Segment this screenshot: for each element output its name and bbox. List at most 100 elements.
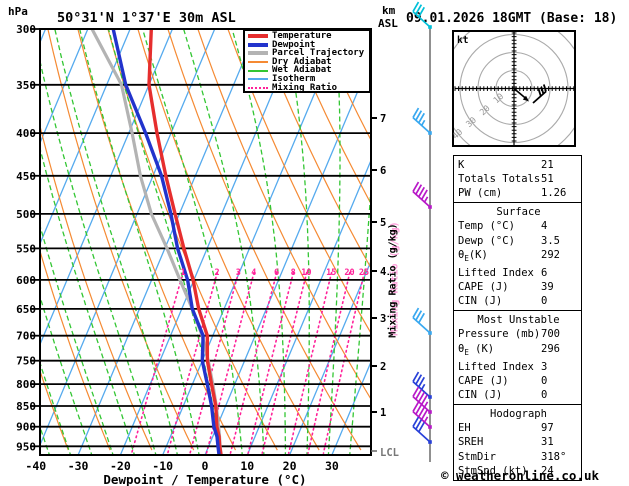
- km-tick-label: 2: [380, 361, 386, 373]
- km-tick-label: 3: [380, 313, 386, 325]
- wind-barb-column: [412, 1, 432, 462]
- km-tick-label: 4: [380, 266, 386, 278]
- table-row-value: 3.5: [541, 234, 560, 247]
- isotherm-line-swatch: [248, 78, 268, 81]
- table-row-value: 0: [541, 295, 548, 308]
- hodograph-unit-label: kt: [457, 35, 468, 46]
- table-row-value: 51: [541, 173, 554, 186]
- table-row-value: 97: [541, 422, 554, 435]
- parcel-line-swatch: [248, 51, 268, 56]
- table-row-label: Dewp (°C): [458, 234, 515, 247]
- indices-table: K 21 Totals Totals 51 PW (cm) 1.26 Surface Temp…: [453, 155, 582, 481]
- table-row: θE (K) 296: [458, 342, 579, 360]
- mixing-ratio-value-label: 2: [215, 268, 220, 278]
- table-row-label: Totals Totals: [458, 173, 541, 186]
- wet-adiabat-line-swatch: [248, 69, 268, 72]
- wind-barb-base-dot: [428, 131, 432, 135]
- table-row-label: Pressure (mb): [458, 328, 541, 341]
- pressure-grid-lines: [40, 83, 371, 448]
- temperature-tick-label: 20: [283, 459, 297, 473]
- table-section-title: Hodograph: [490, 407, 547, 420]
- temperature-tick-label: -20: [110, 459, 131, 473]
- table-row: CAPE (J) 39: [458, 280, 579, 294]
- table-row: Dewp (°C) 3.5: [458, 234, 579, 248]
- isotherm-line: [41, 29, 216, 445]
- wet-adiabat-line: [231, 29, 287, 455]
- table-row-value: 318°: [541, 450, 567, 463]
- table-row-value: 0: [541, 375, 548, 388]
- table-row-label: θE(K): [458, 248, 488, 263]
- wind-barb-half-feather: [423, 196, 429, 203]
- table-row-label: CIN (J): [458, 389, 503, 402]
- pressure-tick-label: 350: [16, 79, 36, 92]
- mixing-ratio-value-label: 10: [301, 268, 311, 278]
- table-section-title: Surface: [496, 206, 541, 219]
- temperature-line-swatch: [248, 34, 268, 39]
- table-row-label: Lifted Index: [458, 267, 534, 280]
- table-row-value: 4: [541, 220, 548, 233]
- asl-axis-unit-label: ASL: [378, 17, 398, 30]
- table-row-label: CAPE (J): [458, 281, 509, 294]
- km-tick-label: 6: [380, 165, 386, 177]
- pressure-axis-unit-label: hPa: [8, 5, 28, 18]
- mixing-ratio-value-label: 3: [236, 268, 241, 278]
- mixing-ratio-value-label: 8: [291, 268, 296, 278]
- table-row-value: 39: [541, 281, 554, 294]
- table-row-label: θE (K): [458, 342, 495, 357]
- wind-barb-half-feather: [420, 119, 426, 126]
- pressure-tick-labels: 300 350 400 450 500 550 600 650 700 750 800 850 900 9…: [16, 23, 40, 453]
- table-row-label: EH: [458, 422, 471, 435]
- km-tick-label: 5: [380, 217, 386, 229]
- table-section: K 21 Totals Totals 51 PW (cm) 1.26: [453, 155, 582, 204]
- table-row: Lifted Index 3: [458, 360, 579, 374]
- table-row-value: 292: [541, 248, 560, 261]
- temperature-tick-label: -40: [25, 459, 46, 473]
- table-section-surface: Surface Temp (°C) 4 Dewp (°C) 3.5 θE(K) 292 Lif…: [453, 202, 582, 312]
- wind-barb-half-feather: [423, 416, 429, 423]
- km-tick-labels: 7 6 5 4 3 2 1: [371, 113, 386, 419]
- pressure-tick-label: 500: [16, 208, 36, 221]
- table-row-value: 296: [541, 342, 560, 355]
- temperature-tick-labels: -40 -30 -20 -10 0 10 20 30: [25, 459, 338, 473]
- wet-adiabat-line: [327, 29, 341, 455]
- wind-barb-base-dot: [428, 205, 432, 209]
- km-tick-label: 1: [380, 407, 386, 419]
- table-section-title: Most Unstable: [477, 314, 560, 327]
- wind-barb-base-dot: [428, 25, 432, 29]
- table-row-label: Temp (°C): [458, 220, 515, 233]
- mixing-ratio-value-label: 20: [344, 268, 354, 278]
- temperature-tick-label: -30: [68, 459, 89, 473]
- temperature-tick-label: 30: [325, 459, 339, 473]
- table-row: Totals Totals 51: [458, 172, 579, 186]
- legend-label: Mixing Ratio: [272, 82, 338, 93]
- pressure-tick-label: 400: [16, 127, 36, 140]
- pressure-tick-label: 900: [16, 421, 36, 434]
- mixing-ratio-value-label: 4: [251, 268, 256, 278]
- legend-item-mixing-ratio: Mixing Ratio: [248, 82, 369, 93]
- temperature-tick-label: 0: [202, 459, 209, 473]
- table-row-value: 0: [541, 389, 548, 402]
- km-tick-label: 7: [380, 113, 386, 125]
- table-row: CAPE (J) 0: [458, 374, 579, 388]
- mixing-ratio-value-label: 25: [359, 268, 369, 278]
- table-row-value: 6: [541, 267, 548, 280]
- isotherm-line: [77, 29, 258, 455]
- temperature-tick-label: 10: [240, 459, 254, 473]
- mixing-ratio-value-labels: 1 2 3 4 6 8 10 15 20 25: [180, 268, 369, 278]
- table-row-label: StmDir: [458, 450, 496, 463]
- wet-adiabat-line: [284, 29, 310, 455]
- legend-box: Temperature Dewpoint Parcel Trajectory D…: [243, 29, 371, 93]
- wet-adiabat-line: [41, 297, 93, 455]
- table-row: Temp (°C) 4: [458, 219, 579, 233]
- wind-barb-half-feather: [420, 383, 426, 390]
- wind-barb-base-dot: [428, 440, 432, 444]
- table-row-value: 700: [541, 328, 560, 341]
- mixing-ratio-value-label: 1: [180, 268, 185, 278]
- pressure-tick-label: 800: [16, 378, 36, 391]
- table-row: PW (cm) 1.26: [458, 186, 579, 200]
- sounding-curves: [90, 29, 223, 455]
- pressure-tick-label: 950: [16, 440, 36, 453]
- table-row: StmDir 318°: [458, 450, 579, 464]
- pressure-tick-label: 600: [16, 274, 36, 287]
- table-row: Lifted Index 6: [458, 266, 579, 280]
